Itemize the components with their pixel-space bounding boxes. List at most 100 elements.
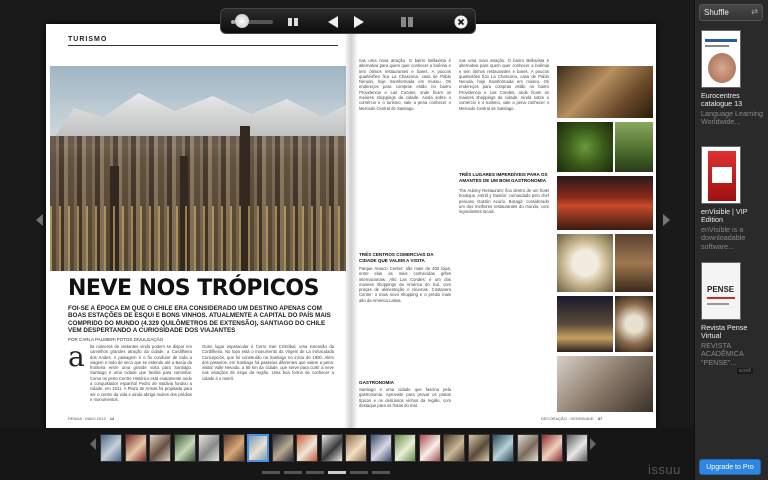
bookmark-icon[interactable] [399,13,415,31]
page-dot[interactable] [350,471,368,474]
right-page: nas uma nova atração. O bairro Bellavist… [351,24,656,428]
rec-title-3[interactable]: Revista Pense Virtual [701,323,767,341]
issuu-logo: issuu [648,462,681,477]
shuffle-icon: ⇄ [751,7,758,16]
thumbnail[interactable] [198,434,220,462]
right-column-2: Santiago é uma cidade que fascina pela g… [359,387,451,408]
thumbnail[interactable] [492,434,514,462]
dish-photo [557,234,613,292]
rec-cover-envisible[interactable] [701,146,741,204]
next-arrow-icon[interactable] [351,13,367,31]
thumbnail[interactable] [124,434,147,462]
drop-cap: a [68,340,85,373]
night-street-photo [557,296,613,352]
thumbnail[interactable] [320,434,343,462]
right-column-4: The Aubrey Restaurant: fica dentro de um… [459,188,549,215]
right-column-3: nas uma nova atração. O bairro Bellavist… [459,58,549,111]
next-glyph [354,16,364,28]
footer-left-text: RENDA · MAIO 2013 [68,416,106,421]
close-icon[interactable] [453,13,469,31]
section-rule [68,45,338,46]
page-dot[interactable] [262,471,280,474]
andes-mountains [50,93,346,144]
thumbnail[interactable] [418,434,441,462]
thumbnail[interactable] [149,434,171,462]
garden-photo [615,122,653,172]
wine-glass-photo [557,66,653,118]
thumbnail[interactable] [100,434,122,462]
previous-arrow-icon[interactable] [325,13,341,31]
thumbnail[interactable] [541,434,563,462]
body-column-1: lta números de visitantes vindo podem se… [90,344,192,402]
recommendations-sidebar: Shuffle ⇄ Eurocentres catalogue 13 Langu… [694,0,768,480]
rec-desc-2: enVisible is a downloadable software... [701,225,746,251]
page-dot[interactable] [328,471,346,474]
viewer-toolbar [220,8,476,34]
page-dot[interactable] [306,471,324,474]
subhead-shopping: TRÊS CENTROS COMERCIAIS DA CIDADE QUE VA… [359,252,434,263]
cover-graphic [705,39,737,42]
prev-glyph [328,16,338,28]
section-label: TURISMO [68,36,108,43]
cover-graphic [712,167,732,183]
thumbnail[interactable] [173,434,196,462]
restaurant-sign-photo [557,176,653,230]
cover-graphic [707,303,729,305]
rec-desc-1: Language Learning Worldwide... [701,109,763,127]
thumbnail[interactable] [271,434,294,462]
footer-right-text: DECORAÇÃO · DENSIDADE [541,416,594,421]
salad-photo [557,122,613,172]
page-number-left: 14 [109,416,115,421]
article-headline: NEVE NOS TRÓPICOS [68,276,319,301]
issuu-viewer: TURISMO NEVE NOS TRÓPICOS FOI-SE A ÉPOCA… [0,0,694,480]
thumbnail[interactable] [443,434,465,462]
restaurant-interior-photo [615,234,653,292]
right-column-1: nas uma nova atração. O bairro Bellavist… [359,58,451,111]
next-page-arrow-icon[interactable] [663,214,670,226]
thumbnail[interactable] [394,434,416,462]
thumbnail[interactable] [467,434,490,462]
thumbnail[interactable] [369,434,392,462]
chef-photo [557,356,653,412]
cover-photo [708,53,736,83]
plated-food-photo [615,296,653,352]
cover-graphic [707,297,735,299]
rec-cover-pense[interactable]: PENSE [701,262,741,320]
left-page: TURISMO NEVE NOS TRÓPICOS FOI-SE A ÉPOCA… [46,24,351,428]
thumbs-prev-arrow-icon[interactable] [90,438,96,450]
subhead-gastronomy: GASTRONOMIA [359,380,394,385]
thumbnail[interactable] [565,434,588,462]
thumbnail[interactable] [296,434,318,462]
city-lights [50,206,346,271]
thumbnail[interactable] [516,434,539,462]
page-dot[interactable] [372,471,390,474]
footer-right: DECORAÇÃO · DENSIDADE 87 [541,416,602,421]
page-dot[interactable] [284,471,302,474]
rec-desc-3: REVISTA ACADÊMICA "PENSE"... [701,341,744,367]
thumbs-next-arrow-icon[interactable] [590,438,596,450]
magazine-spread: TURISMO NEVE NOS TRÓPICOS FOI-SE A ÉPOCA… [46,24,656,428]
pages-icon[interactable] [285,13,301,31]
subhead-restaurants: TRÊS LUGARES IMPERDÍVEIS PARA OS AMANTES… [459,172,548,183]
cover-graphic [705,45,729,47]
shuffle-button[interactable]: Shuffle ⇄ [699,4,763,21]
page-number-right: 87 [597,416,603,421]
upgrade-to-pro-button[interactable]: Upgrade to Pro [699,459,761,475]
thumbnail[interactable] [345,434,367,462]
thumbnail-current[interactable] [247,434,269,462]
rec-title-2[interactable]: enVisible | VIP Edition [701,207,767,225]
article-deck: FOI-SE A ÉPOCA EM QUE O CHILE ERA CONSID… [68,305,331,334]
prev-page-arrow-icon[interactable] [36,214,43,226]
bookmark-glyph [401,17,413,27]
pages-glyph [288,18,298,26]
pense-cover-title: PENSE [707,285,735,294]
page-gutter [344,24,358,428]
shuffle-label: Shuffle [704,8,729,17]
thumbnail-strip: issuu [0,428,694,480]
rec-title-1[interactable]: Eurocentres catalogue 13 [701,91,767,109]
thumbnail[interactable] [222,434,245,462]
rec-cover-eurocentres[interactable] [701,30,741,88]
right-column-1b: Parque Arauco Center: são mais de 400 lo… [359,266,451,303]
slider-knob-icon[interactable] [235,14,249,28]
footer-left: RENDA · MAIO 2013 14 [68,416,114,421]
